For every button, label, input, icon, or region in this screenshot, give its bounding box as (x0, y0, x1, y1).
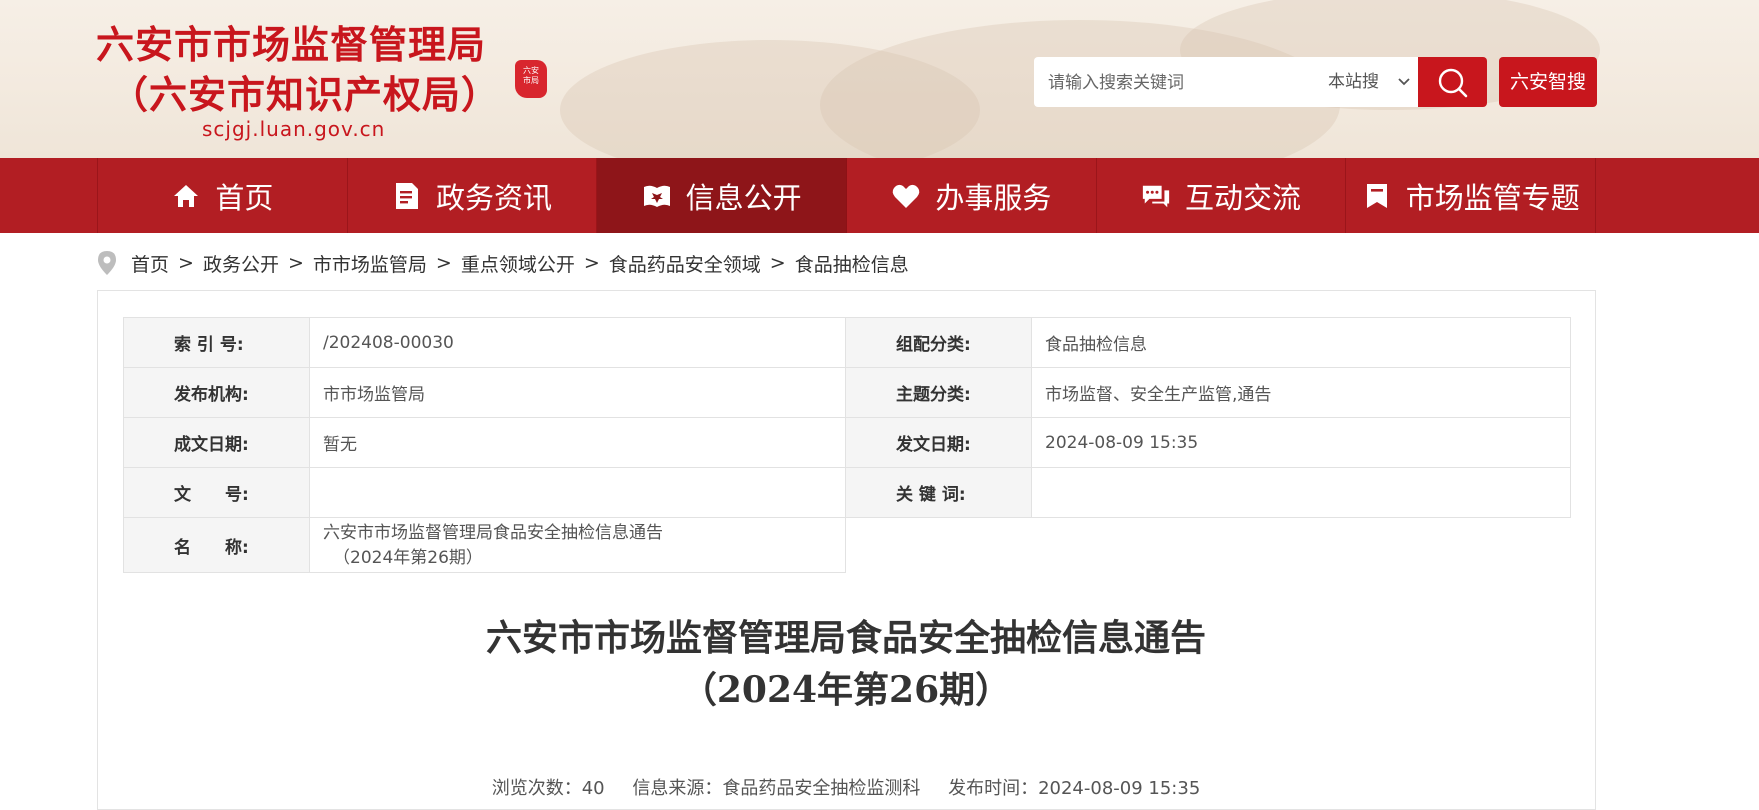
nav-item-home[interactable]: 首页 (97, 158, 348, 233)
breadcrumb-separator: > (287, 252, 304, 274)
nav-item-label: 办事服务 (935, 180, 1052, 215)
breadcrumb-separator: > (178, 252, 194, 274)
breadcrumb: 首页 > 政务公开 > 市市场监管局 > 重点领域公开 > 食品药品安全领域 >… (97, 248, 909, 278)
breadcrumb-food-drug[interactable]: 食品药品安全领域 (609, 250, 761, 277)
meta-value-topic: 市场监督、安全生产监管,通告 (1031, 367, 1571, 418)
site-logo-title[interactable]: 六安市市场监督管理局 (96, 14, 486, 69)
article-title-line2: （2024年第26期） (680, 669, 1012, 711)
open-book-icon (642, 181, 672, 211)
breadcrumb-key-areas[interactable]: 重点领域公开 (461, 250, 575, 277)
nav-item-news[interactable]: 政务资讯 (348, 158, 598, 233)
search-scope-select[interactable]: 本站搜 (1328, 57, 1418, 107)
heart-hand-icon (891, 181, 921, 211)
meta-value-name-line1: 六安市市场监督管理局食品安全抽检信息通告 (323, 522, 663, 543)
seal-stamp-icon: 六安 市局 (515, 60, 547, 98)
meta-label-category: 组配分类: (845, 317, 1032, 368)
article-title: 六安市市场监督管理局食品安全抽检信息通告 （2024年第26期） (0, 612, 1692, 716)
meta-value-name-line2: （2024年第26期） (333, 547, 483, 568)
nav-item-label: 信息公开 (685, 180, 802, 215)
article-views: 浏览次数：40 (491, 778, 605, 799)
breadcrumb-current[interactable]: 食品抽检信息 (795, 250, 909, 277)
nav-item-label: 互动交流 (1185, 180, 1302, 215)
nav-item-info-open[interactable]: 信息公开 (597, 158, 848, 233)
table-row: 发布机构: 市市场监管局 主题分类: 市场监督、安全生产监管,通告 (123, 367, 1571, 418)
nav-item-label: 市场监管专题 (1405, 180, 1580, 215)
smart-search-button[interactable]: 六安智搜 (1499, 57, 1597, 107)
article-source: 信息来源：食品药品安全抽检监测科 (632, 778, 921, 799)
table-row: 索 引 号: /202408-00030 组配分类: 食品抽检信息 (123, 317, 1571, 368)
breadcrumb-separator: > (583, 252, 600, 274)
nav-item-topics[interactable]: 市场监管专题 (1346, 158, 1597, 233)
meta-label-name: 名 称: (123, 517, 310, 573)
meta-value-issued: 2024-08-09 15:35 (1031, 417, 1571, 468)
search-icon (1438, 68, 1468, 98)
chevron-down-icon (1398, 57, 1410, 128)
table-row: 成文日期: 暂无 发文日期: 2024-08-09 15:35 (123, 417, 1571, 468)
meta-label-keywords: 关 键 词: (845, 467, 1032, 518)
home-icon (171, 181, 201, 211)
article-meta: 浏览次数：40 信息来源：食品药品安全抽检监测科 发布时间：2024-08-09… (0, 774, 1692, 800)
meta-label-issued: 发文日期: (845, 417, 1032, 468)
breadcrumb-separator: > (769, 252, 786, 274)
breadcrumb-home[interactable]: 首页 (131, 250, 169, 277)
site-domain: scjgj.luan.gov.cn (202, 117, 386, 141)
search-box: 本站搜 (1034, 57, 1418, 109)
article-title-line1: 六安市市场监督管理局食品安全抽检信息通告 (485, 617, 1206, 659)
meta-value-keywords (1031, 467, 1571, 518)
meta-label-publisher: 发布机构: (123, 367, 310, 418)
search-input[interactable] (1046, 57, 1320, 109)
meta-label-docno: 文 号: (123, 467, 310, 518)
meta-value-created: 暂无 (309, 417, 846, 468)
nav-item-services[interactable]: 办事服务 (847, 158, 1097, 233)
main-nav: 首页 政务资讯 信息公开 办事服务 互动交流 市场监管专题 (0, 158, 1759, 233)
table-row: 文 号: 关 键 词: (123, 467, 1571, 518)
table-row: 名 称: 六安市市场监督管理局食品安全抽检信息通告 （2024年第26期） (123, 517, 1571, 573)
nav-item-label: 政务资讯 (436, 180, 553, 215)
breadcrumb-separator: > (435, 252, 452, 274)
empty-cell (845, 517, 1571, 573)
breadcrumb-gov-affairs[interactable]: 政务公开 (203, 250, 279, 277)
meta-value-category: 食品抽检信息 (1031, 317, 1571, 368)
chat-icon (1141, 181, 1171, 211)
meta-label-topic: 主题分类: (845, 367, 1032, 418)
meta-value-name: 六安市市场监督管理局食品安全抽检信息通告 （2024年第26期） (309, 517, 846, 573)
meta-value-docno (309, 467, 846, 518)
meta-value-publisher: 市市场监管局 (309, 367, 846, 418)
search-scope-label: 本站搜 (1328, 72, 1379, 92)
document-icon (392, 181, 422, 211)
meta-value-index: /202408-00030 (309, 317, 846, 368)
meta-label-created: 成文日期: (123, 417, 310, 468)
site-header: 六安市市场监督管理局 （六安市知识产权局） scjgj.luan.gov.cn … (0, 0, 1759, 158)
meta-label-index: 索 引 号: (123, 317, 310, 368)
search-button[interactable] (1418, 57, 1487, 107)
nav-item-interaction[interactable]: 互动交流 (1097, 158, 1347, 233)
nav-item-label: 首页 (215, 180, 274, 215)
document-meta-table: 索 引 号: /202408-00030 组配分类: 食品抽检信息 发布机构: … (123, 317, 1571, 573)
location-pin-icon (97, 250, 117, 276)
breadcrumb-bureau[interactable]: 市市场监管局 (313, 250, 427, 277)
site-logo-subtitle[interactable]: （六安市知识产权局） (110, 64, 500, 119)
bookmark-icon (1362, 181, 1392, 211)
article-published: 发布时间：2024-08-09 15:35 (948, 778, 1201, 799)
